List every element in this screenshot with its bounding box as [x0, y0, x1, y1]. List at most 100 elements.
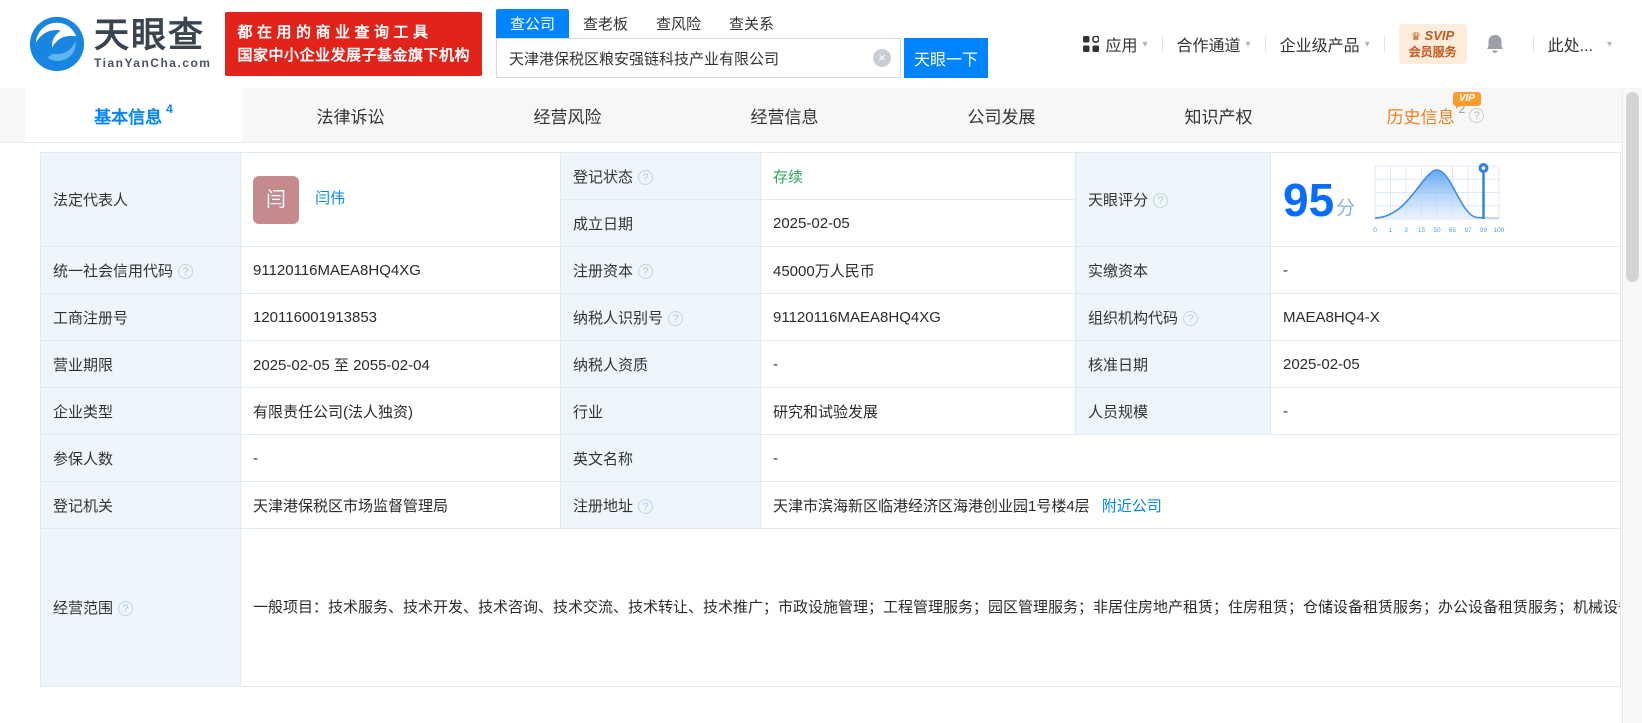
- table-row: 工商注册号 120116001913853 纳税人识别号? 91120116MA…: [40, 293, 1621, 341]
- help-icon[interactable]: ?: [638, 263, 654, 279]
- section-tabbar: 基本信息 4 法律诉讼 经营风险 经营信息 公司发展 知识产权 VIP 历史信息…: [0, 88, 1642, 143]
- table-row: 企业类型 有限责任公司(法人独资) 行业 研究和试验发展 人员规模 -: [40, 387, 1621, 435]
- tab-operation-risk[interactable]: 经营风险: [459, 88, 676, 142]
- field-label-paid-capital: 实缴资本: [1075, 246, 1271, 294]
- tab-label: 知识产权: [1184, 107, 1253, 127]
- search-tab-risk[interactable]: 查风险: [642, 9, 715, 38]
- field-label-business-scope: 经营范围?: [40, 528, 241, 687]
- help-icon[interactable]: ?: [178, 263, 194, 279]
- score-axis-ticks: 0 1 3 15 50 85 97 99 100: [1373, 227, 1505, 234]
- user-name: 此处...: [1547, 38, 1593, 55]
- tab-label: 法律诉讼: [316, 107, 385, 127]
- tianyancha-logo-icon: [29, 16, 85, 72]
- company-info-table: 法定代表人 闫 闫伟 登记状态? 存续 天眼评分? 95 分 0 1 3 15 …: [40, 152, 1621, 687]
- vertical-scrollbar[interactable]: [1622, 90, 1642, 723]
- table-row: 统一社会信用代码? 91120116MAEA8HQ4XG 注册资本? 45000…: [40, 246, 1621, 294]
- tab-intellectual-property[interactable]: 知识产权: [1110, 88, 1327, 142]
- field-label-score: 天眼评分?: [1075, 152, 1271, 247]
- field-label-biz-reg-no: 工商注册号: [40, 293, 241, 341]
- nav-enterprise[interactable]: 企业级产品 ▾: [1280, 32, 1370, 56]
- slogan-line1: 都在用的商业查询工具: [237, 24, 433, 41]
- field-label-reg-status: 登记状态?: [560, 152, 761, 200]
- help-icon[interactable]: ?: [638, 498, 654, 514]
- svg-text:15: 15: [1418, 227, 1426, 234]
- tab-history-info[interactable]: VIP 历史信息 2 ?: [1327, 88, 1544, 142]
- slogan-line2: 国家中小企业发展子基金旗下机构: [237, 47, 470, 64]
- basic-info-panel: 法定代表人 闫 闫伟 登记状态? 存续 天眼评分? 95 分 0 1 3 15 …: [0, 143, 1642, 687]
- nearby-companies-link[interactable]: 附近公司: [1102, 498, 1162, 515]
- svg-text:0: 0: [1373, 227, 1377, 234]
- legal-rep-avatar[interactable]: 闫: [253, 175, 299, 224]
- help-icon[interactable]: ?: [1153, 193, 1169, 208]
- crown-icon: ♛: [1411, 31, 1421, 43]
- field-label-taxpayer-id: 纳税人识别号?: [560, 293, 761, 341]
- field-value-credit-code: 91120116MAEA8HQ4XG: [240, 246, 561, 294]
- field-label-staff-size: 人员规模: [1075, 387, 1271, 435]
- table-row: 营业期限 2025-02-05 至 2055-02-04 纳税人资质 - 核准日…: [40, 340, 1621, 388]
- nav-enterprise-label: 企业级产品: [1279, 38, 1360, 55]
- field-label-reg-capital: 注册资本?: [560, 246, 761, 294]
- help-icon[interactable]: ?: [118, 601, 134, 616]
- search-block: 查公司 查老板 查风险 查关系 × 天眼一下: [496, 9, 988, 78]
- field-label-industry: 行业: [560, 387, 761, 435]
- table-row: 经营范围? 一般项目：技术服务、技术开发、技术咨询、技术交流、技术转让、技术推广…: [40, 528, 1621, 687]
- nav-apps[interactable]: 应用 ▾: [1083, 32, 1148, 56]
- search-tab-company[interactable]: 查公司: [496, 9, 570, 38]
- clear-icon[interactable]: ×: [873, 49, 891, 67]
- field-label-registry-authority: 登记机关: [40, 481, 241, 529]
- field-value-org-code: MAEA8HQ4-X: [1270, 293, 1621, 341]
- field-label-approval-date: 核准日期: [1075, 340, 1271, 388]
- field-value-industry: 研究和试验发展: [760, 387, 1076, 435]
- nav-partner[interactable]: 合作通道 ▾: [1177, 32, 1251, 56]
- nav-partner-label: 合作通道: [1176, 38, 1241, 55]
- divider: [1264, 36, 1266, 52]
- tab-label: 历史信息: [1386, 107, 1455, 127]
- svg-text:97: 97: [1465, 227, 1473, 234]
- field-label-legal-rep: 法定代表人: [40, 152, 241, 247]
- field-value-biz-reg-no: 120116001913853: [240, 293, 561, 341]
- help-icon[interactable]: ?: [668, 310, 684, 326]
- help-icon[interactable]: ?: [1469, 107, 1485, 123]
- chevron-down-icon: ▾: [1606, 38, 1612, 50]
- divider: [1532, 36, 1534, 52]
- field-label-company-type: 企业类型: [40, 387, 241, 435]
- field-value-business-scope: 一般项目：技术服务、技术开发、技术咨询、技术交流、技术转让、技术推广；市政设施管…: [240, 528, 1621, 687]
- field-label-est-date: 成立日期: [560, 199, 761, 247]
- help-icon[interactable]: ?: [1183, 310, 1199, 326]
- apps-grid-icon: [1083, 36, 1100, 52]
- svg-text:50: 50: [1434, 227, 1442, 234]
- search-tab-boss[interactable]: 查老板: [569, 9, 642, 38]
- tab-basic-info[interactable]: 基本信息 4: [25, 88, 242, 142]
- svip-label: SVIP: [1424, 28, 1455, 43]
- tab-legal-litigation[interactable]: 法律诉讼: [242, 88, 459, 142]
- field-label-org-code: 组织机构代码?: [1075, 293, 1271, 341]
- svip-member-button[interactable]: ♛ SVIP 会员服务: [1398, 24, 1467, 64]
- field-value-staff-size: -: [1270, 387, 1621, 435]
- field-value-biz-term: 2025-02-05 至 2055-02-04: [240, 340, 561, 388]
- header: 天眼查 TianYanCha.com 都在用的商业查询工具 国家中小企业发展子基…: [0, 0, 1642, 88]
- chevron-down-icon: ▾: [1245, 38, 1251, 50]
- search-button[interactable]: 天眼一下: [904, 38, 988, 78]
- field-value-reg-status: 存续: [760, 152, 1076, 200]
- field-label-insured-count: 参保人数: [40, 434, 241, 482]
- scrollbar-thumb[interactable]: [1626, 92, 1639, 282]
- brand-slogan: 都在用的商业查询工具 国家中小企业发展子基金旗下机构: [225, 12, 482, 76]
- help-icon[interactable]: ?: [638, 169, 654, 185]
- tab-operation-info[interactable]: 经营信息: [676, 88, 893, 142]
- search-input[interactable]: [496, 38, 901, 78]
- notification-bell-icon[interactable]: [1485, 33, 1505, 55]
- user-menu[interactable]: 此处... ▾: [1548, 32, 1612, 56]
- brand-name: 天眼查: [94, 16, 206, 55]
- chevron-down-icon: ▾: [1142, 38, 1148, 50]
- score-value: 95: [1283, 173, 1335, 226]
- svg-text:99: 99: [1480, 227, 1488, 234]
- svg-text:1: 1: [1389, 227, 1393, 234]
- nav-apps-label: 应用: [1105, 38, 1138, 55]
- chevron-down-icon: ▾: [1364, 38, 1370, 50]
- tab-company-development[interactable]: 公司发展: [893, 88, 1110, 142]
- legal-rep-link[interactable]: 闫伟: [315, 190, 345, 207]
- search-tab-relation[interactable]: 查关系: [715, 9, 788, 38]
- field-label-english-name: 英文名称: [560, 434, 761, 482]
- score-unit: 分: [1336, 198, 1356, 219]
- tianyancha-logo[interactable]: 天眼查 TianYanCha.com: [28, 15, 211, 73]
